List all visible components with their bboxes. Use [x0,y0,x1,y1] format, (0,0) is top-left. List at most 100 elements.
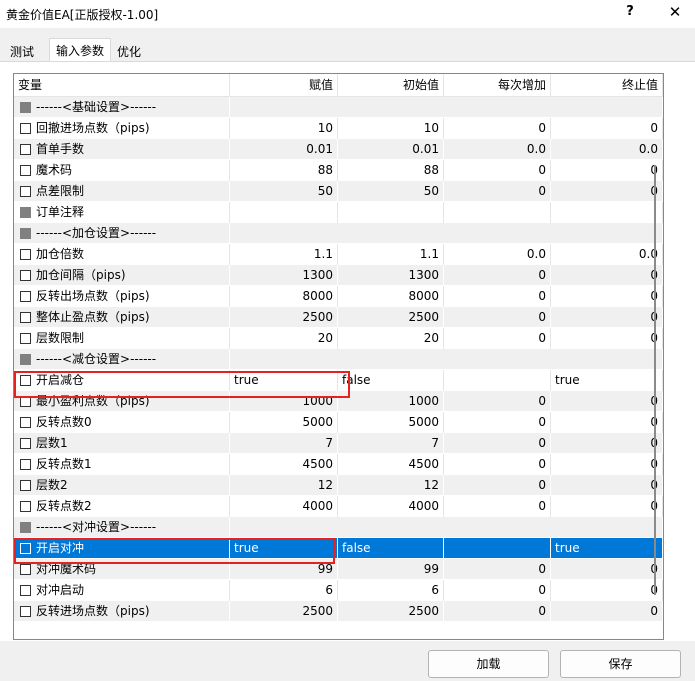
param-stop-cell[interactable]: 0 [551,391,663,412]
param-row[interactable]: 订单注释 [14,202,663,223]
param-step-cell[interactable]: 0 [444,118,551,139]
param-start-cell[interactable]: false [338,370,444,391]
param-row[interactable]: 加仓倍数 1.1 1.1 0.0 0.0 [14,244,663,265]
optimize-checkbox[interactable] [20,564,31,575]
param-value-cell[interactable]: 6 [230,580,338,601]
optimize-checkbox[interactable] [20,480,31,491]
param-start-cell[interactable]: false [338,538,444,559]
param-row[interactable]: 反转出场点数（pips)8000800000 [14,286,663,307]
param-step-cell[interactable]: 0 [444,265,551,286]
param-stop-cell[interactable]: true [551,538,663,559]
param-row[interactable]: 反转点数24000400000 [14,496,663,517]
param-step-cell[interactable]: 0.0 [444,244,551,265]
param-row[interactable]: 魔术码888800 [14,160,663,181]
param-step-cell[interactable]: 0 [444,454,551,475]
param-start-cell[interactable]: 1300 [338,265,444,286]
param-step-cell[interactable]: 0 [444,328,551,349]
section-row[interactable]: ------<基础设置>------ [14,97,663,118]
param-start-cell[interactable]: 1.1 [338,244,444,265]
param-value-cell[interactable]: 1.1 [230,244,338,265]
column-header-value[interactable]: 赋值 [230,74,338,97]
param-value-cell[interactable]: 4000 [230,496,338,517]
param-step-cell[interactable]: 0 [444,580,551,601]
param-start-cell[interactable]: 88 [338,160,444,181]
param-row[interactable]: 对冲启动6600 [14,580,663,601]
param-stop-cell[interactable]: 0.0 [551,139,663,160]
param-start-cell[interactable]: 5000 [338,412,444,433]
param-stop-cell[interactable]: 0 [551,118,663,139]
param-stop-cell[interactable]: 0 [551,307,663,328]
close-button[interactable]: ✕ [665,3,685,23]
param-stop-cell[interactable]: 0 [551,580,663,601]
optimize-checkbox[interactable] [20,102,31,113]
param-step-cell[interactable]: 0 [444,496,551,517]
tab-optimize[interactable]: 优化 [111,40,148,62]
param-start-cell[interactable]: 8000 [338,286,444,307]
param-value-cell[interactable]: 5000 [230,412,338,433]
param-start-cell[interactable]: 2500 [338,601,444,622]
optimize-checkbox[interactable] [20,144,31,155]
column-header-stop[interactable]: 终止值 [551,74,663,97]
optimize-checkbox[interactable] [20,459,31,470]
param-step-cell[interactable]: 0 [444,181,551,202]
param-step-cell[interactable]: 0 [444,391,551,412]
param-value-cell[interactable]: 12 [230,475,338,496]
optimize-checkbox[interactable] [20,228,31,239]
tab-input-params[interactable]: 输入参数 [49,38,112,62]
param-stop-cell[interactable]: 0 [551,496,663,517]
param-step-cell[interactable]: 0 [444,286,551,307]
param-row[interactable]: 反转点数14500450000 [14,454,663,475]
column-header-start[interactable]: 初始值 [338,74,444,97]
param-stop-cell[interactable]: 0 [551,181,663,202]
param-step-cell[interactable]: 0 [444,559,551,580]
param-step-cell[interactable]: 0 [444,475,551,496]
param-step-cell[interactable]: 0 [444,307,551,328]
param-value-cell[interactable]: 8000 [230,286,338,307]
param-value-cell[interactable]: 2500 [230,601,338,622]
param-start-cell[interactable]: 2500 [338,307,444,328]
param-step-cell[interactable]: 0 [444,601,551,622]
param-step-cell[interactable] [444,538,551,559]
param-value-cell[interactable]: 2500 [230,307,338,328]
param-stop-cell[interactable]: 0 [551,412,663,433]
param-row[interactable]: 层数限制202000 [14,328,663,349]
help-button[interactable]: ? [620,4,640,22]
column-header-step[interactable]: 每次增加 [444,74,551,97]
optimize-checkbox[interactable] [20,501,31,512]
param-start-cell[interactable] [338,202,444,223]
param-stop-cell[interactable]: 0 [551,160,663,181]
section-row[interactable]: ------<对冲设置>------ [14,517,663,538]
param-step-cell[interactable]: 0.0 [444,139,551,160]
param-row[interactable]: 加仓间隔（pips)1300130000 [14,265,663,286]
param-value-cell[interactable]: 4500 [230,454,338,475]
optimize-checkbox[interactable] [20,522,31,533]
param-stop-cell[interactable]: 0 [551,475,663,496]
optimize-checkbox[interactable] [20,270,31,281]
param-row[interactable]: 反转点数05000500000 [14,412,663,433]
param-value-cell[interactable]: 10 [230,118,338,139]
section-row[interactable]: ------<加仓设置>------ [14,223,663,244]
optimize-checkbox[interactable] [20,312,31,323]
param-stop-cell[interactable]: 0 [551,328,663,349]
optimize-checkbox[interactable] [20,438,31,449]
param-stop-cell[interactable]: true [551,370,663,391]
param-value-cell[interactable] [230,202,338,223]
save-button[interactable]: 保存 [560,650,681,678]
param-step-cell[interactable]: 0 [444,433,551,454]
param-step-cell[interactable]: 0 [444,412,551,433]
param-row[interactable]: 层数17700 [14,433,663,454]
param-stop-cell[interactable] [551,202,663,223]
param-start-cell[interactable]: 0.01 [338,139,444,160]
optimize-checkbox[interactable] [20,291,31,302]
param-value-cell[interactable]: 50 [230,181,338,202]
optimize-checkbox[interactable] [20,606,31,617]
param-start-cell[interactable]: 20 [338,328,444,349]
scrollbar-thumb[interactable] [654,165,656,595]
param-stop-cell[interactable]: 0 [551,265,663,286]
optimize-checkbox[interactable] [20,354,31,365]
param-row[interactable]: 点差限制505000 [14,181,663,202]
param-start-cell[interactable]: 7 [338,433,444,454]
param-start-cell[interactable]: 4500 [338,454,444,475]
param-start-cell[interactable]: 10 [338,118,444,139]
param-stop-cell[interactable]: 0 [551,433,663,454]
